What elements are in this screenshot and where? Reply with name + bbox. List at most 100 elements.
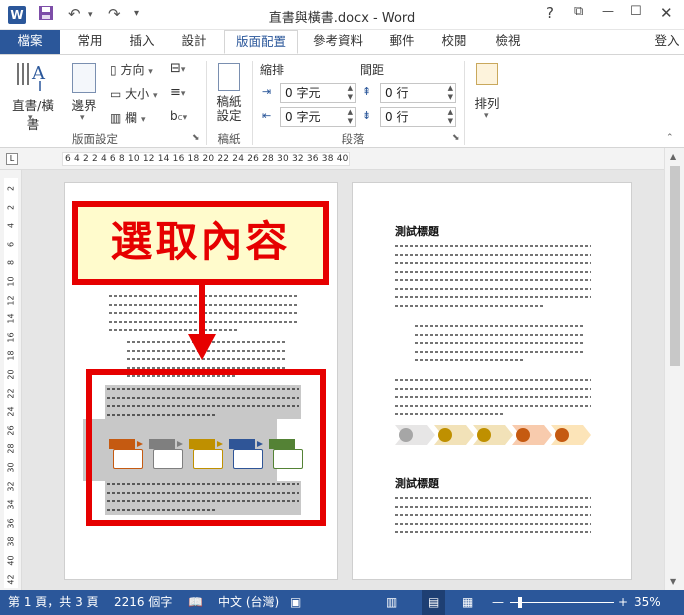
zoom-slider[interactable] xyxy=(510,602,614,603)
spacing-after-input[interactable]: 0 行 ▲ ▼ xyxy=(380,107,456,127)
status-bar: 第 1 頁，共 3 頁 2216 個字 📖 中文 (台灣) ▣ ▥ ▤ ▦ — … xyxy=(0,590,684,615)
page-2[interactable]: 測試標題 測試標題 xyxy=(352,182,632,580)
text-line xyxy=(395,413,505,415)
paragraph-launcher-icon[interactable]: ⬊ xyxy=(452,133,460,143)
margins-dropdown-icon[interactable]: ▾ xyxy=(80,113,85,123)
margins-icon[interactable] xyxy=(72,63,96,93)
spin-arrows-icon[interactable]: ▲ ▼ xyxy=(348,108,353,126)
text-line xyxy=(395,279,591,281)
zoom-out-icon[interactable]: — xyxy=(492,590,504,615)
sign-in-link[interactable]: 登入 xyxy=(650,30,684,54)
vertical-ruler-mark: 16 xyxy=(6,332,16,343)
zoom-slider-thumb[interactable] xyxy=(518,597,522,608)
vertical-ruler-mark: 36 xyxy=(6,518,16,529)
text-direction-dropdown-icon[interactable]: ▾ xyxy=(28,113,33,123)
text-line xyxy=(395,296,591,298)
text-line xyxy=(395,514,591,516)
vertical-ruler-mark: 22 xyxy=(6,388,16,399)
vertical-ruler-mark: 28 xyxy=(6,443,16,454)
paragraph-group-label: 段落 xyxy=(341,132,365,146)
zoom-in-icon[interactable]: + xyxy=(618,590,628,615)
text-line xyxy=(415,342,585,344)
word-count[interactable]: 2216 個字 xyxy=(114,590,172,615)
page-2-heading-1: 測試標題 xyxy=(395,225,439,238)
tab-references[interactable]: 參考資料 xyxy=(306,30,370,54)
proofing-icon[interactable]: 📖 xyxy=(188,590,203,615)
manuscript-paper-icon[interactable] xyxy=(218,63,240,91)
spin-arrows-icon[interactable]: ▲ ▼ xyxy=(448,108,453,126)
indent-right-icon: ⇤ xyxy=(262,109,272,122)
page-2-heading-2: 測試標題 xyxy=(395,477,439,490)
orientation-button[interactable]: ▯ 方向 ▾ xyxy=(110,61,153,78)
print-layout-icon[interactable]: ▤ xyxy=(422,590,446,615)
page-count[interactable]: 第 1 頁，共 3 頁 xyxy=(8,590,99,615)
collapse-ribbon-icon[interactable]: ⌃ xyxy=(666,133,674,143)
vertical-ruler[interactable]: 2 2 4 6 8 10 12 14 16 18 20 22 24 26 28 30 32 34 36 38 40 42 xyxy=(0,170,22,590)
tab-file[interactable]: 檔案 xyxy=(0,30,60,54)
tab-mailings[interactable]: 郵件 xyxy=(380,30,424,54)
spin-arrows-icon[interactable]: ▲ ▼ xyxy=(448,84,453,102)
text-direction-label[interactable]: 直書/橫書 xyxy=(6,95,60,133)
scrollbar-thumb[interactable] xyxy=(670,166,680,366)
spacing-after-icon: ⇟ xyxy=(362,109,372,122)
text-line xyxy=(395,379,591,381)
tab-design[interactable]: 設計 xyxy=(172,30,216,54)
indent-left-input[interactable]: 0 字元 ▲ ▼ xyxy=(280,83,356,103)
chevron-circle-icon xyxy=(477,428,491,442)
chevron-circle-icon xyxy=(399,428,413,442)
tab-selector[interactable]: L xyxy=(6,153,18,165)
read-mode-icon[interactable]: ▥ xyxy=(386,590,397,615)
group-divider xyxy=(206,61,207,145)
vertical-scrollbar[interactable]: ▲ ▼ xyxy=(664,148,684,590)
vertical-ruler-mark: 26 xyxy=(6,425,16,436)
columns-label: 欄 xyxy=(125,111,138,125)
selection-outline-box xyxy=(86,369,326,526)
margins-label[interactable]: 邊界 xyxy=(68,95,100,114)
text-line xyxy=(395,497,591,499)
zoom-level[interactable]: 35% xyxy=(634,590,661,615)
spacing-before-value: 0 行 xyxy=(385,86,409,100)
scroll-down-icon[interactable]: ▼ xyxy=(670,577,676,586)
manuscript-paper-label[interactable]: 稿紙 設定 xyxy=(212,95,246,123)
horizontal-ruler[interactable]: L 6 4 2 2 4 6 8 10 12 14 16 18 20 22 24 … xyxy=(0,148,684,170)
text-line xyxy=(395,522,591,525)
maximize-button[interactable]: ☐ xyxy=(630,4,642,19)
indent-label: 縮排 xyxy=(260,63,285,77)
close-button[interactable]: ✕ xyxy=(660,4,673,22)
text-line xyxy=(395,287,591,290)
size-button[interactable]: ▭ 大小 ▾ xyxy=(110,85,158,102)
scroll-up-icon[interactable]: ▲ xyxy=(670,152,676,161)
tab-insert[interactable]: 插入 xyxy=(120,30,164,54)
hyphenation-icon[interactable]: bc▾ xyxy=(170,109,187,123)
arrange-icon[interactable] xyxy=(476,63,498,85)
breaks-icon[interactable]: ⊟▾ xyxy=(170,61,185,76)
macro-icon[interactable]: ▣ xyxy=(290,590,301,615)
text-line xyxy=(415,325,585,327)
tab-review[interactable]: 校閱 xyxy=(432,30,476,54)
spin-arrows-icon[interactable]: ▲ ▼ xyxy=(348,84,353,102)
chevron-circle-icon xyxy=(516,428,530,442)
text-line xyxy=(395,505,591,508)
web-layout-icon[interactable]: ▦ xyxy=(462,590,473,615)
line-numbers-icon[interactable]: ≡▾ xyxy=(170,85,185,100)
arrange-dropdown-icon[interactable]: ▾ xyxy=(484,111,489,121)
orientation-label: 方向 xyxy=(120,63,145,77)
text-line xyxy=(395,245,591,247)
columns-button[interactable]: ▥ 欄 ▾ xyxy=(110,109,146,126)
help-button[interactable]: ? xyxy=(546,4,554,22)
indent-left-icon: ⇥ xyxy=(262,85,272,98)
ribbon-display-options-button[interactable]: ⧉ xyxy=(574,4,583,19)
tab-view[interactable]: 檢視 xyxy=(486,30,530,54)
vertical-ruler-mark: 2 xyxy=(6,204,16,210)
indent-right-input[interactable]: 0 字元 ▲ ▼ xyxy=(280,107,356,127)
language-indicator[interactable]: 中文 (台灣) xyxy=(218,590,279,615)
tab-layout[interactable]: 版面配置 xyxy=(224,30,298,54)
page-setup-launcher-icon[interactable]: ⬊ xyxy=(192,133,200,143)
text-line xyxy=(395,304,545,307)
vertical-ruler-mark: 2 xyxy=(6,185,16,192)
tab-home[interactable]: 常用 xyxy=(68,30,112,54)
arrange-label[interactable]: 排列 xyxy=(470,93,504,112)
minimize-button[interactable]: — xyxy=(602,4,614,18)
spacing-before-input[interactable]: 0 行 ▲ ▼ xyxy=(380,83,456,103)
text-direction-icon[interactable]: A xyxy=(14,59,50,96)
